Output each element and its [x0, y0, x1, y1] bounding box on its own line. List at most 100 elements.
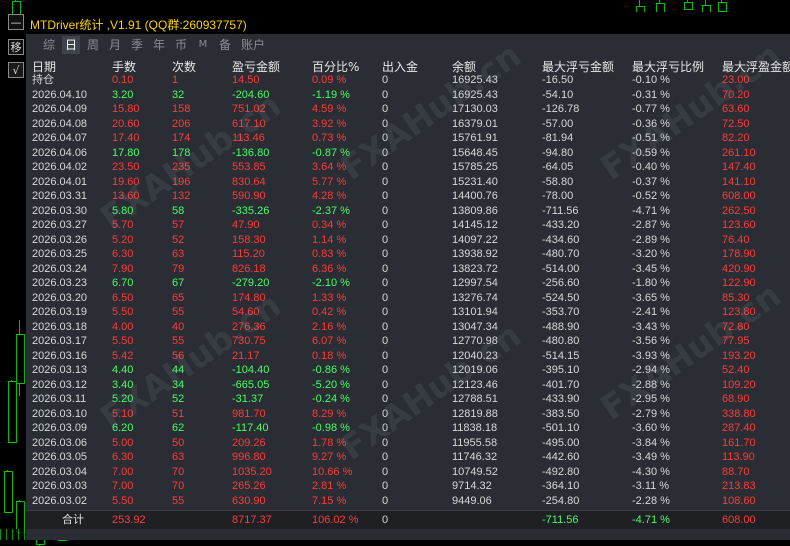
table-row[interactable]: 2026.04.02 23.50 235 553.85 3.64 % 0 15785.25 -…: [26, 160, 790, 174]
table-row[interactable]: 2026.03.18 4.00 40 276.36 2.16 % 0 13047.34 -48…: [26, 320, 790, 334]
cell-pnl: -31.37: [232, 393, 264, 405]
cell-bal: 9714.32: [452, 480, 492, 492]
cell-io: 0: [382, 480, 389, 492]
table-row[interactable]: 2026.03.06 5.00 50 209.26 1.78 % 0 11955.58 -49…: [26, 436, 790, 450]
cell-pnl: 265.26: [232, 480, 266, 492]
table-row[interactable]: 2026.04.08 20.60 206 617.10 3.92 % 0 16379.01 -…: [26, 117, 790, 131]
cell-date: 2026.03.03: [32, 480, 88, 492]
tab-4[interactable]: 季: [128, 36, 146, 54]
table-row[interactable]: 2026.04.10 3.20 32 -204.60 -1.19 % 0 16925.43 -…: [26, 88, 790, 102]
cell-pnl: 174.80: [232, 291, 266, 304]
cell-pct: -5.20 %: [312, 378, 350, 391]
table-row[interactable]: 2026.03.02 5.50 55 630.90 7.15 % 0 9449.06 -254…: [26, 494, 790, 508]
cell-lots: 0.10: [112, 74, 134, 86]
cell-count: 50: [172, 436, 185, 449]
tab-1[interactable]: 日: [62, 36, 80, 54]
move-icon: 移: [10, 41, 22, 54]
cell-count: 174: [172, 132, 191, 144]
cell-maxloss: -256.60: [542, 277, 580, 289]
toggle-check-button[interactable]: √: [8, 62, 24, 78]
table-row[interactable]: 2026.03.16 5.42 56 21.17 0.18 % 0 12040.23 -514…: [26, 349, 790, 363]
cell-count: 158: [172, 103, 191, 115]
tab-7[interactable]: M: [196, 36, 210, 54]
cell-maxloss: -480.70: [542, 248, 580, 260]
table-row[interactable]: 2026.03.03 7.00 70 265.26 2.81 % 0 9714.32 -364…: [26, 479, 790, 493]
tab-8[interactable]: 备: [216, 36, 234, 54]
table-row[interactable]: 2026.03.04 7.00 70 1035.20 10.66 % 0 10749.52 -…: [26, 465, 790, 479]
tab-2[interactable]: 周: [84, 36, 102, 54]
table-row[interactable]: 2026.03.13 4.40 44 -104.40 -0.86 % 0 12019.06 -…: [26, 363, 790, 377]
table-row[interactable]: 2026.03.05 6.30 63 996.80 9.27 % 0 11746.32 -44…: [26, 450, 790, 464]
cell-maxlossp: -0.37 %: [632, 175, 670, 188]
cell-maxprof: 113.90: [722, 451, 755, 463]
table-row[interactable]: 2026.03.25 6.30 63 115.20 0.83 % 0 13938.92 -48…: [26, 247, 790, 261]
cell-bal: 12019.06: [452, 364, 498, 376]
cell-count: 55: [172, 494, 185, 507]
cell-bal: 13101.94: [452, 306, 498, 318]
cell-bal: 16925.43: [452, 88, 498, 101]
cell-date: 2026.03.12: [32, 378, 88, 391]
title-bar[interactable]: MTDriver统计 ,V1.91 (QQ群:260937757): [26, 12, 790, 34]
table-row[interactable]: 2026.04.01 19.60 196 830.64 5.77 % 0 15231.40 -…: [26, 175, 790, 189]
table-row[interactable]: 2026.03.12 3.40 34 -665.05 -5.20 % 0 12123.46 -…: [26, 378, 790, 392]
cell-count: 65: [172, 291, 185, 304]
cell-lots: 5.50: [112, 494, 134, 507]
cell-bal: 12819.88: [452, 407, 498, 420]
cell-maxprof: 85.30: [722, 291, 750, 304]
table-row[interactable]: 2026.03.17 5.50 55 730.75 6.07 % 0 12770.98 -48…: [26, 334, 790, 348]
cell-maxprof: 63.60: [722, 103, 750, 115]
table-row[interactable]: 2026.03.11 5.20 52 -31.37 -0.24 % 0 12788.51 -4…: [26, 392, 790, 406]
cell-maxloss: -401.70: [542, 378, 580, 391]
cell-count: 70: [172, 465, 185, 478]
cell-maxloss: -364.10: [542, 480, 580, 492]
cell-count: 52: [172, 393, 185, 405]
candle-body: [718, 2, 727, 12]
table-row[interactable]: 2026.03.30 5.80 58 -335.26 -2.37 % 0 13809.86 -…: [26, 204, 790, 218]
tab-3[interactable]: 月: [106, 36, 124, 54]
cell-maxprof: 161.70: [722, 436, 756, 449]
cell-pnl: 113.46: [232, 132, 265, 144]
cell-pct: -2.37 %: [312, 204, 350, 217]
tab-6[interactable]: 币: [172, 36, 190, 54]
cell-count: 55: [172, 306, 185, 318]
table-row[interactable]: 2026.04.09 15.80 158 751.02 4.59 % 0 17130.03 -…: [26, 102, 790, 116]
move-button[interactable]: 移: [8, 39, 24, 55]
totals-row: 合计 253.92 8717.37 106.02 % 0 -711.56 -4.…: [26, 510, 790, 529]
table-row[interactable]: 2026.03.27 5.70 57 47.90 0.34 % 0 14145.12 -433…: [26, 218, 790, 232]
cell-count: 1: [172, 74, 179, 86]
cell-pnl: 47.90: [232, 219, 260, 231]
table-row[interactable]: 2026.03.23 6.70 67 -279.20 -2.10 % 0 12997.54 -…: [26, 276, 790, 290]
tab-0[interactable]: 综: [40, 36, 58, 54]
table-row[interactable]: 2026.03.20 6.50 65 174.80 1.33 % 0 13276.74 -52…: [26, 291, 790, 305]
cell-pct: 0.34 %: [312, 219, 347, 231]
table-row[interactable]: 2026.04.07 17.40 174 113.46 0.73 % 0 15761.91 -…: [26, 131, 790, 145]
table-row[interactable]: 2026.03.10 5.10 51 981.70 8.29 % 0 12819.88 -38…: [26, 407, 790, 421]
cell-bal: 17130.03: [452, 103, 498, 115]
tab-9[interactable]: 账户: [238, 36, 268, 54]
table-row[interactable]: 2026.03.09 6.20 62 -117.40 -0.98 % 0 11838.18 -…: [26, 421, 790, 435]
cell-pct: 9.27 %: [312, 451, 347, 463]
table-row[interactable]: 2026.03.31 13.60 132 590.90 4.28 % 0 14400.76 -…: [26, 189, 790, 203]
cell-date: 2026.03.26: [32, 233, 88, 246]
cell-count: 58: [172, 204, 185, 217]
cell-pnl: 590.90: [232, 190, 266, 202]
cell-maxlossp: -0.10 %: [632, 74, 670, 86]
cell-bal: 13809.86: [452, 204, 498, 217]
cell-pnl: 1035.20: [232, 465, 272, 478]
cell-maxloss: -16.50: [542, 74, 574, 86]
cell-io: 0: [382, 465, 389, 478]
cell-count: 67: [172, 277, 185, 289]
table-row[interactable]: 2026.04.06 17.80 178 -136.80 -0.87 % 0 15648.4…: [26, 146, 790, 160]
cell-bal: 10749.52: [452, 465, 498, 478]
cell-lots: 5.10: [112, 407, 134, 420]
table-row[interactable]: 2026.03.26 5.20 52 158.30 1.14 % 0 14097.22 -43…: [26, 233, 790, 247]
minimize-button[interactable]: —: [8, 14, 24, 30]
cell-lots: 7.90: [112, 262, 134, 275]
table-row[interactable]: 2026.03.24 7.90 79 826.18 6.36 % 0 13823.72 -51…: [26, 262, 790, 276]
cell-date: 2026.03.27: [32, 219, 88, 231]
tab-5[interactable]: 年: [150, 36, 168, 54]
table-row[interactable]: 持仓 0.10 1 14.50 0.09 % 0 16925.43 -16.50 -0.10 %…: [26, 73, 790, 87]
cell-date: 2026.04.06: [32, 146, 88, 159]
cell-bal: 12997.54: [452, 277, 498, 289]
table-row[interactable]: 2026.03.19 5.50 55 54.60 0.42 % 0 13101.94 -353…: [26, 305, 790, 319]
